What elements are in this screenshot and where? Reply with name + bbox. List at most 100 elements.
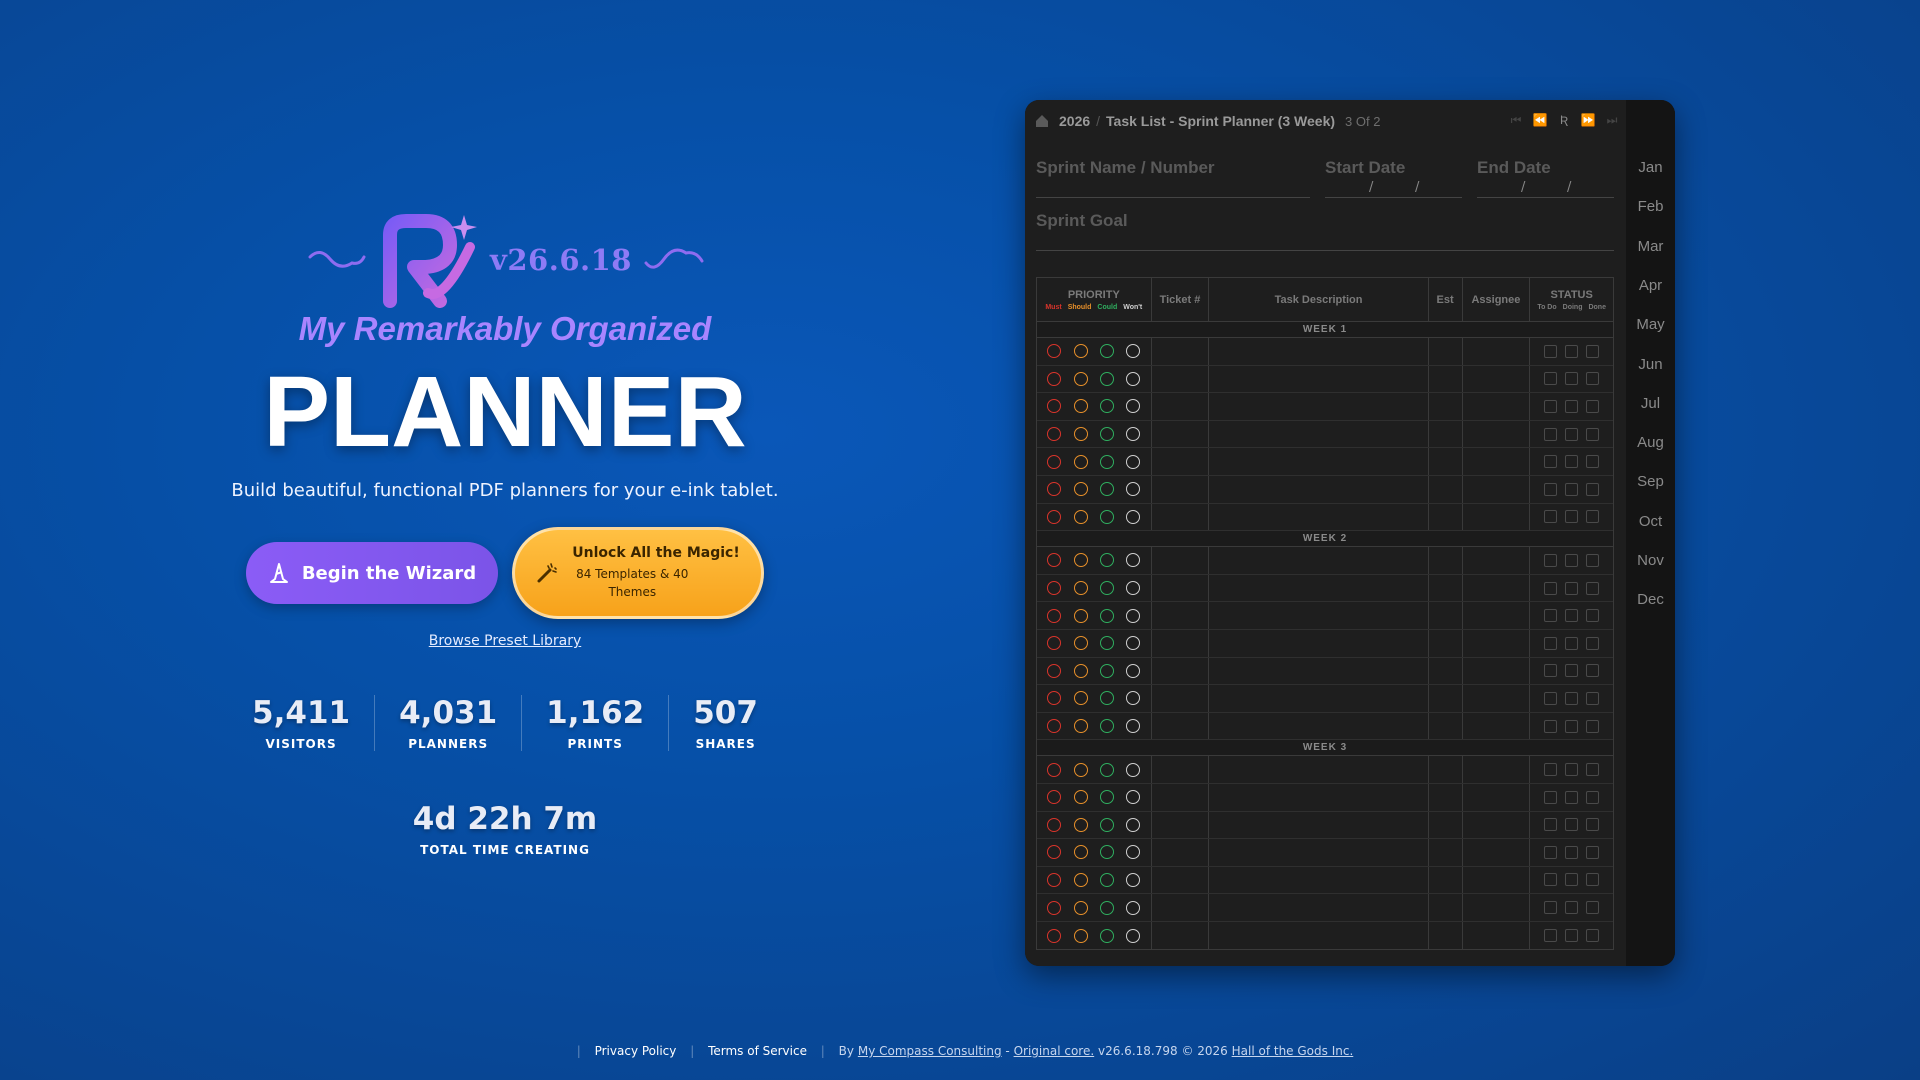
assignee-cell[interactable] [1463,629,1531,657]
priority-must-radio[interactable] [1047,900,1062,915]
priority-must-radio[interactable] [1047,762,1062,777]
est-cell[interactable] [1429,712,1463,740]
priority-could-radio[interactable] [1100,663,1115,678]
sprint-name-line[interactable] [1036,197,1310,198]
month-tab-may[interactable]: May [1626,316,1675,333]
description-cell[interactable] [1209,574,1429,602]
priority-wont-radio[interactable] [1126,427,1141,442]
priority-could-radio[interactable] [1100,719,1115,734]
priority-should-radio[interactable] [1073,636,1088,651]
priority-must-radio[interactable] [1047,482,1062,497]
priority-could-radio[interactable] [1100,553,1115,568]
ticket-cell[interactable] [1152,629,1210,657]
priority-must-radio[interactable] [1047,344,1062,359]
done-checkbox[interactable] [1586,901,1600,915]
ticket-cell[interactable] [1152,811,1210,839]
est-cell[interactable] [1429,866,1463,894]
breadcrumb-year[interactable]: 2026 [1059,113,1090,129]
ticket-cell[interactable] [1152,783,1210,811]
priority-could-radio[interactable] [1100,636,1115,651]
priority-could-radio[interactable] [1100,845,1115,860]
todo-checkbox[interactable] [1544,818,1558,832]
done-checkbox[interactable] [1586,873,1600,887]
original-core-link[interactable]: Original core. [1014,1044,1095,1058]
description-cell[interactable] [1209,629,1429,657]
assignee-cell[interactable] [1463,657,1531,685]
assignee-cell[interactable] [1463,503,1531,531]
logo-mini-icon[interactable]: Ʀ [1556,112,1572,128]
done-checkbox[interactable] [1586,344,1600,358]
priority-should-radio[interactable] [1073,581,1088,596]
month-tab-jan[interactable]: Jan [1626,159,1675,176]
ticket-cell[interactable] [1152,712,1210,740]
priority-could-radio[interactable] [1100,691,1115,706]
priority-could-radio[interactable] [1100,817,1115,832]
priority-could-radio[interactable] [1100,399,1115,414]
priority-wont-radio[interactable] [1126,845,1141,860]
priority-must-radio[interactable] [1047,817,1062,832]
begin-wizard-button[interactable]: Begin the Wizard [246,542,498,604]
priority-wont-radio[interactable] [1126,691,1141,706]
doing-checkbox[interactable] [1565,609,1579,623]
est-cell[interactable] [1429,756,1463,783]
ticket-cell[interactable] [1152,448,1210,475]
priority-wont-radio[interactable] [1126,553,1141,568]
priority-wont-radio[interactable] [1126,762,1141,777]
todo-checkbox[interactable] [1544,427,1558,441]
todo-checkbox[interactable] [1544,719,1558,733]
priority-should-radio[interactable] [1073,900,1088,915]
priority-should-radio[interactable] [1073,509,1088,524]
todo-checkbox[interactable] [1544,790,1558,804]
description-cell[interactable] [1209,448,1429,475]
todo-checkbox[interactable] [1544,510,1558,524]
todo-checkbox[interactable] [1544,553,1558,567]
ticket-cell[interactable] [1152,547,1210,574]
assignee-cell[interactable] [1463,475,1531,503]
priority-should-radio[interactable] [1073,719,1088,734]
month-tab-oct[interactable]: Oct [1626,513,1675,530]
todo-checkbox[interactable] [1544,845,1558,859]
ticket-cell[interactable] [1152,866,1210,894]
priority-wont-radio[interactable] [1126,900,1141,915]
description-cell[interactable] [1209,685,1429,712]
priority-must-radio[interactable] [1047,872,1062,887]
done-checkbox[interactable] [1586,427,1600,441]
priority-should-radio[interactable] [1073,399,1088,414]
doing-checkbox[interactable] [1565,344,1579,358]
priority-must-radio[interactable] [1047,509,1062,524]
description-cell[interactable] [1209,783,1429,811]
todo-checkbox[interactable] [1544,609,1558,623]
doing-checkbox[interactable] [1565,636,1579,650]
doing-checkbox[interactable] [1565,455,1579,469]
est-cell[interactable] [1429,475,1463,503]
month-tab-aug[interactable]: Aug [1626,434,1675,451]
home-icon[interactable] [1035,114,1049,128]
priority-should-radio[interactable] [1073,371,1088,386]
doing-checkbox[interactable] [1565,553,1579,567]
assignee-cell[interactable] [1463,921,1531,950]
priority-must-radio[interactable] [1047,845,1062,860]
est-cell[interactable] [1429,503,1463,531]
doing-checkbox[interactable] [1565,399,1579,413]
privacy-link[interactable]: Privacy Policy [595,1044,677,1058]
doing-checkbox[interactable] [1565,901,1579,915]
doing-checkbox[interactable] [1565,719,1579,733]
priority-could-radio[interactable] [1100,608,1115,623]
description-cell[interactable] [1209,756,1429,783]
est-cell[interactable] [1429,574,1463,602]
month-tab-dec[interactable]: Dec [1626,591,1675,608]
priority-could-radio[interactable] [1100,872,1115,887]
ticket-cell[interactable] [1152,338,1210,365]
month-tab-feb[interactable]: Feb [1626,198,1675,215]
todo-checkbox[interactable] [1544,873,1558,887]
priority-wont-radio[interactable] [1126,454,1141,469]
est-cell[interactable] [1429,894,1463,921]
priority-wont-radio[interactable] [1126,608,1141,623]
description-cell[interactable] [1209,866,1429,894]
assignee-cell[interactable] [1463,811,1531,839]
description-cell[interactable] [1209,839,1429,866]
assignee-cell[interactable] [1463,602,1531,629]
todo-checkbox[interactable] [1544,901,1558,915]
todo-checkbox[interactable] [1544,581,1558,595]
todo-checkbox[interactable] [1544,664,1558,678]
